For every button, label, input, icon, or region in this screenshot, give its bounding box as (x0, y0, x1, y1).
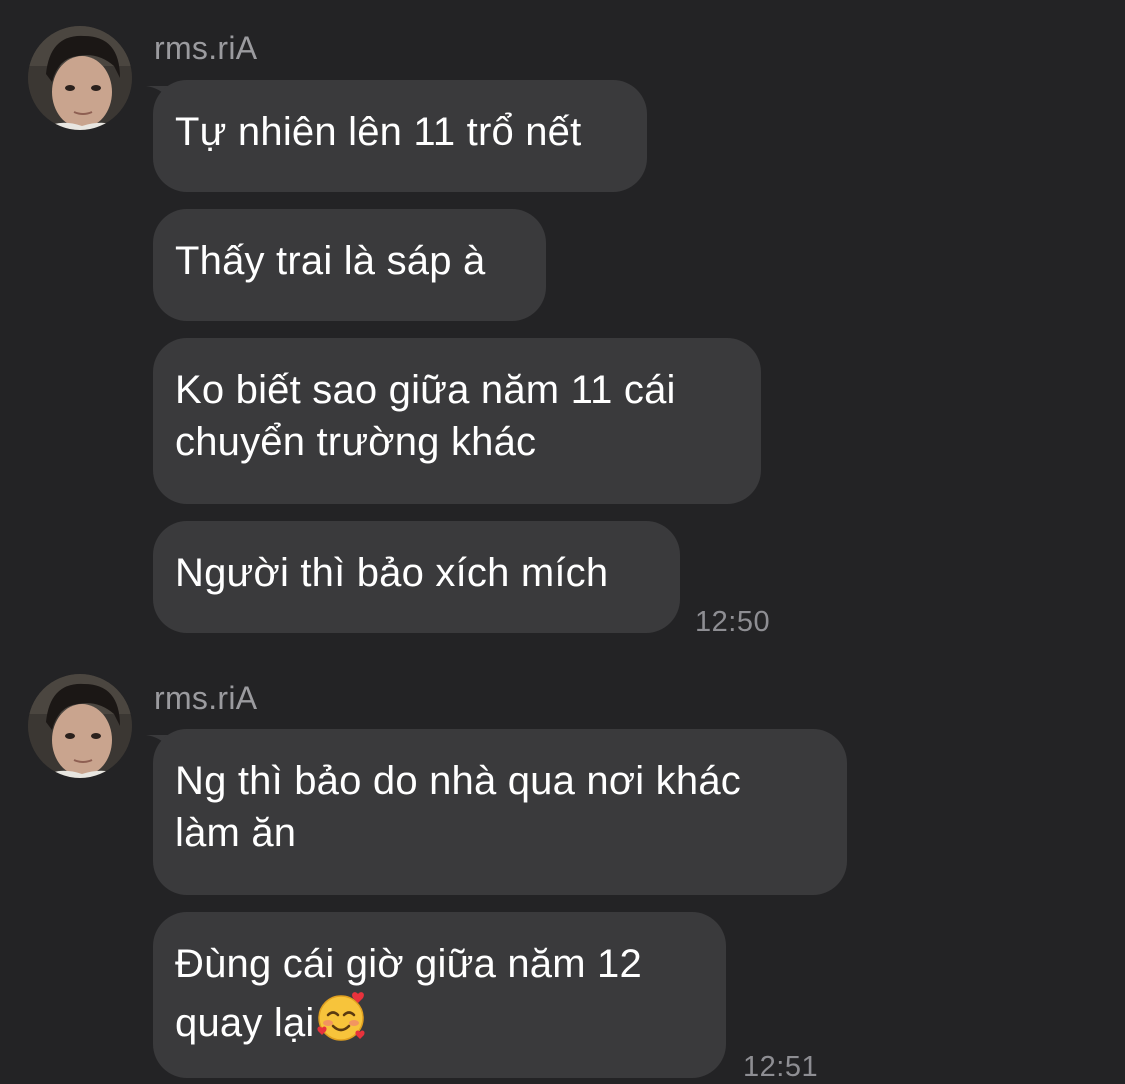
message-bubble[interactable]: Ko biết sao giữa năm 11 cái chuyển trườn… (153, 338, 761, 504)
message-text: Thấy trai là sáp à (175, 239, 486, 283)
message-bubble[interactable]: Tự nhiên lên 11 trổ nết (153, 80, 647, 192)
smiling-face-with-hearts-icon (317, 992, 366, 1041)
sender-name[interactable]: rms.riA (154, 28, 257, 68)
message-bubble[interactable]: Người thì bảo xích mích (153, 521, 680, 633)
message-text: Đùng cái giờ giữa năm 12 (175, 942, 642, 986)
message-timestamp: 12:50 (695, 606, 771, 638)
message-text: quay lại (175, 1001, 315, 1045)
message-timestamp: 12:51 (743, 1051, 819, 1083)
chat-thread: rms.riA Tự nhiên lên 11 trổ nết Thấy tra… (0, 0, 1125, 1083)
message-bubble[interactable]: Đùng cái giờ giữa năm 12 quay lại (153, 912, 726, 1078)
avatar-photo-icon (28, 26, 132, 130)
sender-name[interactable]: rms.riA (154, 678, 257, 718)
message-text: Ko biết sao giữa năm 11 cái (175, 368, 676, 412)
message-text: Tự nhiên lên 11 trổ nết (175, 110, 582, 154)
message-text: làm ăn (175, 811, 297, 855)
avatar-photo-icon (28, 674, 132, 778)
message-bubble[interactable]: Thấy trai là sáp à (153, 209, 546, 321)
message-text: Người thì bảo xích mích (175, 551, 609, 595)
message-text: chuyển trường khác (175, 420, 537, 464)
message-text: Ng thì bảo do nhà qua nơi khác (175, 759, 741, 803)
sender-avatar[interactable] (28, 674, 132, 778)
message-bubble[interactable]: Ng thì bảo do nhà qua nơi khác làm ăn (153, 729, 847, 895)
sender-avatar[interactable] (28, 26, 132, 130)
